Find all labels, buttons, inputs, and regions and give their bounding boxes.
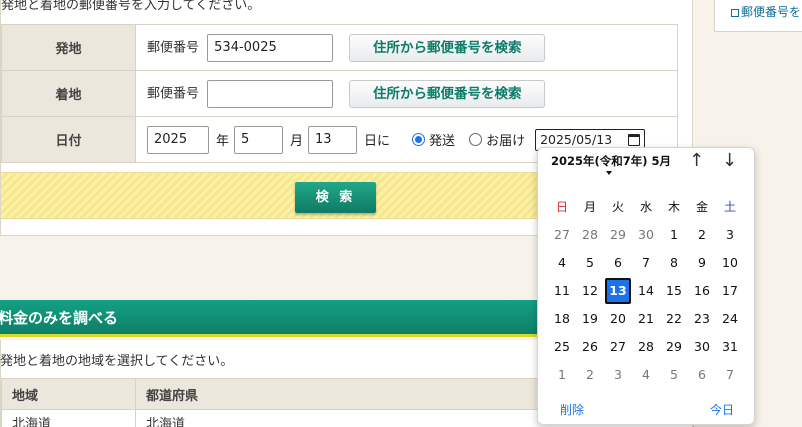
- calendar-day[interactable]: 29: [604, 221, 632, 249]
- day-unit: 日に: [364, 134, 391, 149]
- month-dropdown-caret-icon[interactable]: [606, 171, 612, 175]
- side-box: 郵便番号を: [714, 0, 802, 32]
- calendar-day[interactable]: 3: [604, 361, 632, 389]
- calendar-day[interactable]: 20: [604, 305, 632, 333]
- calendar-day[interactable]: 15: [660, 277, 688, 305]
- weekday-header: 日: [555, 200, 568, 214]
- calendar-day[interactable]: 4: [548, 249, 576, 277]
- calendar-day[interactable]: 2: [688, 221, 716, 249]
- calendar-day[interactable]: 7: [716, 361, 744, 389]
- calendar-day[interactable]: 2: [576, 361, 604, 389]
- shipping-form-table: 発地 郵便番号 住所から郵便番号を検索 着地 郵便番号 住所から郵便番号を検索 …: [1, 24, 678, 163]
- calendar-day[interactable]: 1: [660, 221, 688, 249]
- calendar-day[interactable]: 21: [632, 305, 660, 333]
- external-link-icon: [731, 8, 739, 17]
- calendar-day[interactable]: 18: [548, 305, 576, 333]
- deliver-radio-label[interactable]: お届け: [486, 130, 525, 149]
- origin-label: 発地: [1, 24, 136, 71]
- calendar-month-heading[interactable]: 2025年(令和7年) 5月: [551, 153, 671, 169]
- destination-row: 着地 郵便番号 住所から郵便番号を検索: [1, 70, 678, 117]
- calendar-day[interactable]: 16: [688, 277, 716, 305]
- weekday-header: 金: [695, 200, 708, 214]
- calendar-day[interactable]: 29: [660, 333, 688, 361]
- calendar-day[interactable]: 19: [576, 305, 604, 333]
- calendar-day[interactable]: 26: [576, 333, 604, 361]
- weekday-header: 火: [611, 200, 624, 214]
- section-title: 料金のみを調べる: [0, 309, 119, 327]
- date-picker-popup: 2025年(令和7年) 5月 ↑ ↓ 日月火水木金土 27 28 29 30 1 2 3 4 5 6…: [537, 147, 755, 425]
- calendar-day[interactable]: 22: [660, 305, 688, 333]
- calendar-day[interactable]: 17: [716, 277, 744, 305]
- calendar-day[interactable]: 8: [660, 249, 688, 277]
- calendar-day[interactable]: 28: [576, 221, 604, 249]
- intro-text: 発地と着地の郵便番号を入力してください。: [1, 0, 261, 13]
- prev-month-arrow-icon[interactable]: ↑: [689, 150, 704, 171]
- calendar-day[interactable]: 9: [688, 249, 716, 277]
- send-radio[interactable]: [412, 133, 426, 146]
- calendar-day[interactable]: 5: [660, 361, 688, 389]
- calendar-day[interactable]: 14: [632, 277, 660, 305]
- side-zip-link[interactable]: 郵便番号を: [731, 3, 801, 20]
- calendar-day[interactable]: 30: [688, 333, 716, 361]
- origin-zip-input[interactable]: [207, 33, 334, 62]
- calendar-day[interactable]: 5: [576, 249, 604, 277]
- calendar-day[interactable]: 30: [632, 221, 660, 249]
- send-radio-label[interactable]: 発送: [429, 130, 455, 149]
- calendar-day[interactable]: 31: [716, 333, 744, 361]
- date-picker-value: 2025/05/13: [540, 131, 613, 147]
- search-submit-button[interactable]: 検 索: [295, 182, 376, 213]
- calendar-day[interactable]: 23: [688, 305, 716, 333]
- next-month-arrow-icon[interactable]: ↓: [722, 150, 737, 171]
- origin-zip-search-button[interactable]: 住所から郵便番号を検索: [349, 33, 546, 62]
- month-unit: 月: [290, 134, 304, 149]
- calendar-day[interactable]: 6: [688, 361, 716, 389]
- section-instructions: 発地と着地の地域を選択してください。: [0, 354, 234, 369]
- calendar-day[interactable]: 6: [604, 249, 632, 277]
- destination-label: 着地: [1, 70, 136, 117]
- calendar-day[interactable]: 12: [576, 277, 604, 305]
- calendar-day[interactable]: 27: [548, 221, 576, 249]
- calendar-day[interactable]: 25: [548, 333, 576, 361]
- destination-zip-label: 郵便番号: [147, 86, 200, 101]
- destination-zip-input[interactable]: [207, 79, 334, 108]
- origin-row: 発地 郵便番号 住所から郵便番号を検索: [1, 24, 678, 71]
- region-cell: 北海道: [1, 409, 136, 427]
- date-label: 日付: [1, 116, 136, 163]
- calendar-day[interactable]: 11: [548, 277, 576, 305]
- origin-zip-label: 郵便番号: [147, 40, 200, 55]
- weekday-header: 木: [667, 200, 680, 214]
- calendar-clear-button[interactable]: 削除: [560, 401, 584, 418]
- weekday-header: 月: [583, 200, 596, 214]
- calendar-day-selected[interactable]: 13: [604, 277, 632, 305]
- calendar-day[interactable]: 7: [632, 249, 660, 277]
- calendar-grid: 日月火水木金土 27 28 29 30 1 2 3 4 5 6 7 8 9 10 11 12 13 14 15 16 17…: [548, 193, 744, 389]
- weekday-header: 土: [723, 200, 736, 214]
- calendar-day[interactable]: 1: [548, 361, 576, 389]
- calendar-day[interactable]: 10: [716, 249, 744, 277]
- calendar-day[interactable]: 24: [716, 305, 744, 333]
- calendar-day[interactable]: 3: [716, 221, 744, 249]
- calendar-today-button[interactable]: 今日: [710, 401, 734, 418]
- deliver-radio[interactable]: [469, 133, 483, 146]
- year-unit: 年: [216, 134, 230, 149]
- month-input[interactable]: [234, 125, 284, 154]
- region-header: 地域: [1, 378, 136, 410]
- calendar-day[interactable]: 27: [604, 333, 632, 361]
- calendar-day[interactable]: 4: [632, 361, 660, 389]
- weekday-header: 水: [639, 200, 652, 214]
- day-input[interactable]: [308, 125, 358, 154]
- year-input[interactable]: [147, 125, 209, 154]
- destination-zip-search-button[interactable]: 住所から郵便番号を検索: [349, 79, 546, 108]
- calendar-day[interactable]: 28: [632, 333, 660, 361]
- calendar-icon[interactable]: [628, 133, 641, 146]
